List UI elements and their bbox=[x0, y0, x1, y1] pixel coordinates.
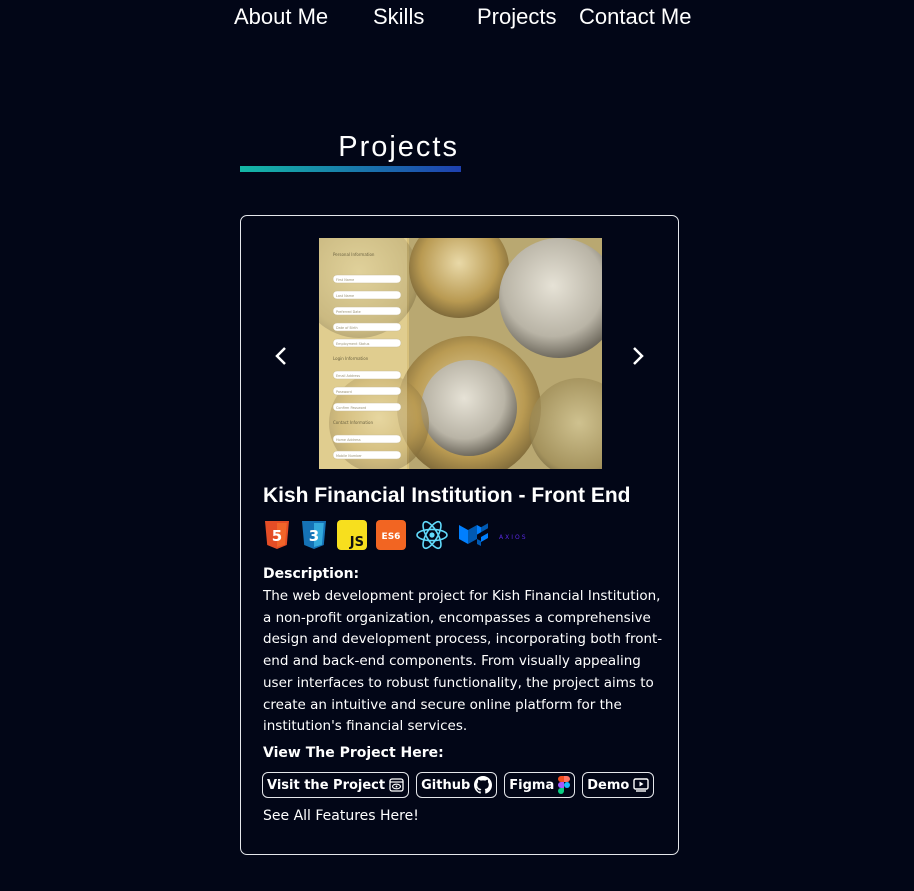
figma-label: Figma bbox=[509, 777, 555, 793]
section-underline bbox=[240, 166, 461, 172]
project-title: Kish Financial Institution - Front End bbox=[263, 484, 631, 507]
visit-project-button[interactable]: Visit the Project bbox=[262, 772, 410, 798]
github-button[interactable]: Github bbox=[416, 772, 498, 798]
github-icon bbox=[474, 776, 493, 794]
nav-skills[interactable]: Skills bbox=[373, 4, 424, 30]
axios-icon: AXIOS bbox=[499, 533, 528, 541]
nav-about-me[interactable]: About Me bbox=[234, 4, 328, 30]
project-screenshot-image: Personal Information Login Information C… bbox=[319, 238, 602, 469]
screenshot-field: Last Name bbox=[336, 294, 354, 298]
top-nav: About Me Skills Projects Contact Me bbox=[0, 4, 914, 32]
project-description: The web development project for Kish Fin… bbox=[263, 588, 663, 735]
figma-icon bbox=[558, 776, 571, 794]
css3-icon: 3 bbox=[300, 520, 328, 555]
carousel-next-button[interactable] bbox=[624, 342, 652, 370]
es6-icon-text: ES6 bbox=[382, 532, 401, 542]
screenshot-field: Preferred Date bbox=[336, 310, 361, 314]
screenshot-field: Employment Status bbox=[336, 342, 370, 346]
nav-projects[interactable]: Projects bbox=[477, 4, 556, 30]
css3-icon-text: 3 bbox=[309, 527, 319, 545]
nav-contact-me[interactable]: Contact Me bbox=[579, 4, 692, 30]
chevron-right-icon bbox=[633, 347, 644, 365]
javascript-icon: JS bbox=[337, 519, 367, 555]
es6-icon: ES6 bbox=[376, 519, 406, 555]
section-title: Projects bbox=[338, 131, 459, 163]
screenshot-label: Login Information bbox=[333, 356, 369, 361]
screenshot-field: Password bbox=[336, 390, 352, 394]
screenshot-field: Date of Birth bbox=[336, 326, 358, 330]
screenshot-field: Email Address bbox=[336, 374, 360, 378]
eye-icon bbox=[389, 778, 404, 792]
description-label: Description: bbox=[263, 566, 360, 582]
screenshot-field: First Name bbox=[336, 278, 354, 282]
section-heading: Projects bbox=[240, 130, 461, 172]
view-project-label: View The Project Here: bbox=[263, 745, 444, 761]
demo-label: Demo bbox=[587, 777, 630, 793]
carousel-prev-button[interactable] bbox=[267, 342, 295, 370]
html5-icon-text: 5 bbox=[272, 527, 282, 545]
screenshot-field: Confirm Password bbox=[336, 406, 366, 410]
chevron-left-icon bbox=[275, 347, 286, 365]
tech-stack: 5 3 JS ES6 AXIOS bbox=[263, 519, 537, 555]
project-links: Visit the Project Github Figma Demo bbox=[262, 772, 655, 798]
material-ui-icon bbox=[458, 522, 490, 553]
see-all-features-link[interactable]: See All Features Here! bbox=[263, 808, 419, 824]
project-card: Personal Information Login Information C… bbox=[240, 215, 679, 855]
visit-project-label: Visit the Project bbox=[267, 777, 386, 793]
react-icon bbox=[415, 520, 449, 555]
screenshot-field: Home Address bbox=[336, 438, 361, 442]
project-screenshot: Personal Information Login Information C… bbox=[319, 238, 602, 469]
figma-button[interactable]: Figma bbox=[504, 772, 576, 798]
screenshot-label: Personal Information bbox=[333, 252, 375, 257]
demo-button[interactable]: Demo bbox=[582, 772, 655, 798]
screenshot-label: Contact Information bbox=[333, 420, 373, 425]
javascript-icon-text: JS bbox=[349, 535, 364, 550]
github-label: Github bbox=[421, 777, 471, 793]
play-icon bbox=[633, 778, 650, 792]
html5-icon: 5 bbox=[263, 520, 291, 555]
screenshot-field: Mobile Number bbox=[336, 454, 362, 458]
